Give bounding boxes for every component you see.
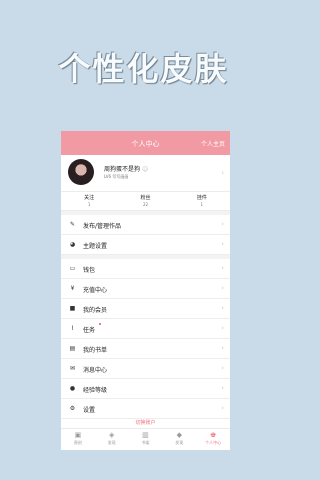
avatar[interactable] <box>68 159 94 185</box>
book-list-icon: ▤ <box>69 345 76 352</box>
menu-group-2: ▭ 钱包 › ¥ 充值中心 › ■ 我的会员 › ⌇ 任务 › ▤ 我的书单 ›… <box>61 259 230 419</box>
menu-item-settings[interactable]: ⚙ 设置 › <box>61 399 230 419</box>
yen-icon: ¥ <box>70 285 75 292</box>
tab-original[interactable]: ▣ 原创 <box>61 429 95 450</box>
paperclip-icon: ⌇ <box>71 325 74 332</box>
top-bar: 个人中心 个人主页 <box>61 131 230 155</box>
bookshelf-icon: ▥ <box>142 431 149 439</box>
discover-icon: ◈ <box>108 431 115 439</box>
tab-discover[interactable]: ◈ 发现 <box>95 429 129 450</box>
chevron-right-icon: › <box>221 169 224 177</box>
chevron-right-icon: › <box>221 240 224 248</box>
message-icon: ✉ <box>69 365 76 372</box>
palette-icon: ◕ <box>69 241 76 248</box>
headline-title: 个性化皮肤 <box>58 50 229 88</box>
menu-item-manage-works[interactable]: ✎ 发布/管理作品 › <box>61 215 230 235</box>
original-icon: ▣ <box>74 431 82 439</box>
stat-fans[interactable]: 粉丝 22 <box>117 192 173 210</box>
user-level: LV6 写写画画 <box>104 174 129 179</box>
tab-bookshelf[interactable]: ▥ 书架 <box>129 429 163 450</box>
user-name: 周狗蛋不是狗 ☺ <box>104 166 149 173</box>
wallet-icon: ▭ <box>69 265 76 272</box>
menu-item-message-center[interactable]: ✉ 消息中心 › <box>61 359 230 379</box>
bottom-tab-bar: ▣ 原创 ◈ 发现 ▥ 书架 ◆ 发现 ♚ 个人中心 <box>61 428 230 450</box>
vip-card-icon: ■ <box>69 305 76 312</box>
chevron-right-icon: › <box>221 364 224 372</box>
chevron-right-icon: › <box>221 344 224 352</box>
menu-item-recharge-center[interactable]: ¥ 充值中心 › <box>61 279 230 299</box>
chevron-right-icon: › <box>221 404 224 412</box>
tab-discover-2[interactable]: ◆ 发现 <box>162 429 196 450</box>
tab-profile[interactable]: ♚ 个人中心 <box>196 429 230 450</box>
personal-homepage-link[interactable]: 个人主页 <box>201 139 225 148</box>
chevron-right-icon: › <box>221 384 224 392</box>
stat-following[interactable]: 关注 1 <box>61 192 117 210</box>
menu-item-tasks[interactable]: ⌇ 任务 › <box>61 319 230 339</box>
gear-icon: ⚙ <box>69 405 76 412</box>
discover-icon: ◆ <box>176 431 182 439</box>
menu-item-experience-level[interactable]: ● 经验等级 › <box>61 379 230 399</box>
stats-row: 关注 1 粉丝 22 挂件 1 <box>61 192 230 211</box>
menu-item-my-membership[interactable]: ■ 我的会员 › <box>61 299 230 319</box>
menu-item-wallet[interactable]: ▭ 钱包 › <box>61 259 230 279</box>
profile-card[interactable]: 周狗蛋不是狗 ☺ LV6 写写画画 › <box>61 155 230 192</box>
chevron-right-icon: › <box>221 304 224 312</box>
phone-screen: 个人中心 个人主页 周狗蛋不是狗 ☺ LV6 写写画画 › 关注 1 粉丝 22 挂… <box>61 131 230 450</box>
chevron-right-icon: › <box>221 324 224 332</box>
level-icon: ● <box>69 385 76 392</box>
edit-icon: ✎ <box>69 221 76 228</box>
profile-icon: ♚ <box>209 431 217 439</box>
menu-item-my-book-list[interactable]: ▤ 我的书单 › <box>61 339 230 359</box>
chevron-right-icon: › <box>221 220 224 228</box>
stat-pendants[interactable]: 挂件 1 <box>174 192 230 210</box>
menu-group-1: ✎ 发布/管理作品 › ◕ 主题设置 › <box>61 215 230 255</box>
notification-dot <box>99 323 101 325</box>
chevron-right-icon: › <box>221 284 224 292</box>
menu-item-theme-settings[interactable]: ◕ 主题设置 › <box>61 235 230 255</box>
chevron-right-icon: › <box>221 264 224 272</box>
